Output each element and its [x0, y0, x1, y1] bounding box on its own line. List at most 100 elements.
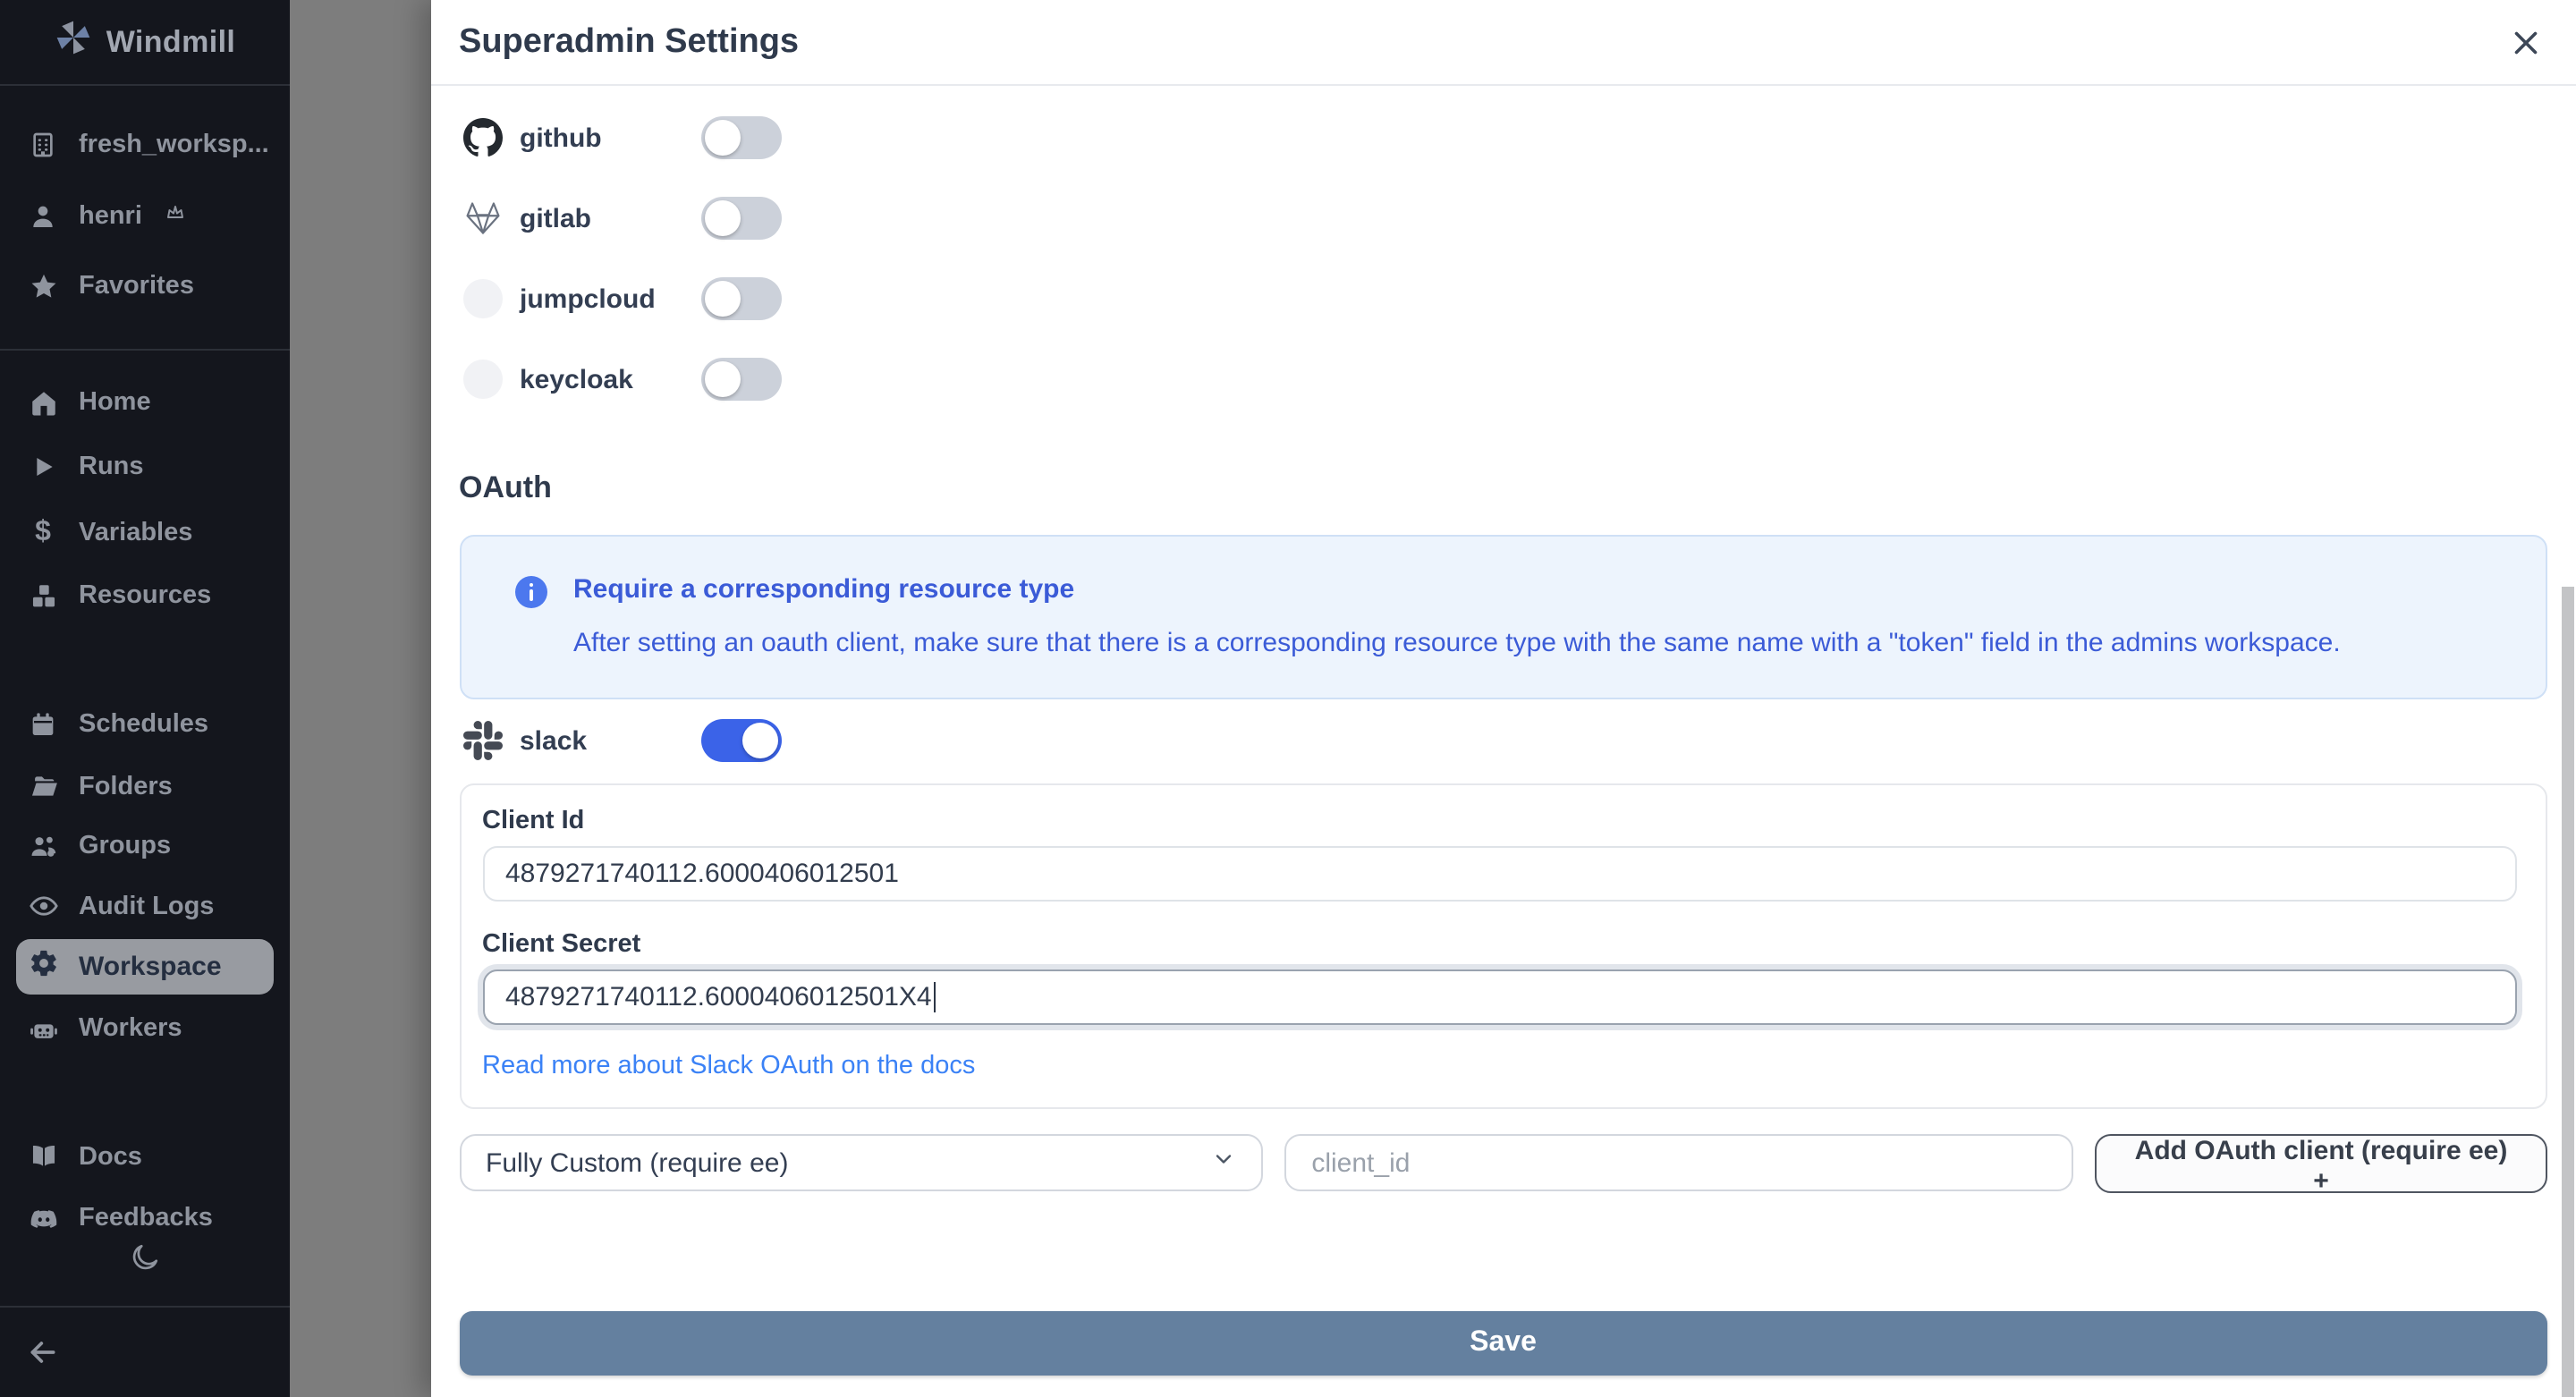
info-body: After setting an oauth client, make sure…: [573, 627, 2341, 657]
sidebar-item-resources[interactable]: Resources: [0, 572, 290, 619]
groups-icon: [27, 830, 59, 862]
client-id-input[interactable]: 4879271740112.6000406012501: [482, 845, 2517, 901]
book-icon: [27, 1140, 59, 1173]
provider-row-jumpcloud: jumpcloud: [459, 258, 2547, 339]
slack-toggle[interactable]: [701, 719, 782, 762]
provider-row-github: github: [459, 97, 2547, 178]
sidebar-item-home[interactable]: Home: [0, 379, 290, 426]
info-title: Require a corresponding resource type: [573, 573, 1075, 604]
sidebar-item-label: Workspace: [79, 952, 222, 982]
discord-icon: [27, 1202, 59, 1234]
jumpcloud-toggle[interactable]: [701, 277, 782, 320]
github-icon: [462, 118, 502, 157]
user-name: henri: [79, 202, 142, 231]
sidebar-item-label: Schedules: [79, 709, 209, 738]
sidebar-item-label: Audit Logs: [79, 892, 215, 920]
provider-label: github: [520, 123, 602, 153]
eye-icon: [27, 890, 59, 922]
oauth-type-select[interactable]: Fully Custom (require ee): [459, 1134, 1264, 1191]
save-button[interactable]: Save: [459, 1310, 2547, 1375]
sidebar-item-label: Groups: [79, 832, 172, 860]
superadmin-settings-drawer: Superadmin Settings github gitlab jumpcl…: [430, 0, 2576, 1397]
sidebar-item-label: Home: [79, 388, 151, 417]
sidebar-item-variables[interactable]: $ Variables: [0, 509, 290, 555]
sidebar-item-groups[interactable]: Groups: [0, 823, 290, 869]
slack-oauth-docs-link[interactable]: Read more about Slack OAuth on the docs: [482, 1051, 975, 1080]
windmill-logo-icon: [55, 18, 94, 66]
sidebar-divider: [0, 1306, 290, 1308]
provider-row-slack: slack: [459, 700, 2547, 781]
star-icon: [27, 270, 59, 302]
sidebar-divider: [0, 349, 290, 351]
close-button[interactable]: [2504, 21, 2547, 64]
info-box: Require a corresponding resource type Af…: [459, 534, 2547, 698]
sidebar-item-label: Docs: [79, 1142, 142, 1171]
calendar-icon: [27, 707, 59, 740]
provider-row-gitlab: gitlab: [459, 178, 2547, 258]
building-icon: [27, 129, 59, 161]
provider-label: gitlab: [520, 203, 591, 233]
sidebar-item-label: Resources: [79, 581, 212, 610]
play-icon: [27, 451, 59, 483]
user-icon: [27, 200, 59, 233]
robot-icon: [27, 1012, 59, 1045]
keycloak-icon: [462, 360, 502, 399]
sidebar-item-runs[interactable]: Runs: [0, 444, 290, 490]
dollar-icon: $: [35, 516, 51, 546]
boxes-icon: [27, 580, 59, 612]
client-id-label: Client Id: [482, 806, 585, 834]
slack-oauth-card: Client Id 4879271740112.6000406012501 Cl…: [459, 783, 2547, 1108]
folder-icon: [27, 770, 59, 802]
sidebar-item-label: Workers: [79, 1014, 182, 1043]
dark-mode-toggle[interactable]: [0, 1241, 290, 1283]
sidebar: Windmill fresh_worksp... henri Favorites…: [0, 0, 290, 1397]
scrollbar-thumb[interactable]: [2562, 587, 2574, 1397]
client-secret-label: Client Secret: [482, 929, 641, 958]
sidebar-item-label: Runs: [79, 453, 144, 481]
gitlab-icon: [462, 199, 502, 238]
sidebar-item-label: Feedbacks: [79, 1204, 213, 1232]
sidebar-item-favorites[interactable]: Favorites: [0, 263, 290, 309]
sidebar-item-workers[interactable]: Workers: [0, 1005, 290, 1052]
provider-row-keycloak: keycloak: [459, 339, 2547, 419]
toggle-knob: [705, 200, 741, 236]
arrow-left-icon: [25, 1342, 61, 1377]
sidebar-item-folders[interactable]: Folders: [0, 763, 290, 809]
gitlab-toggle[interactable]: [701, 197, 782, 240]
favorites-label: Favorites: [79, 272, 194, 301]
oauth-heading: OAuth: [459, 470, 552, 504]
workspace-selector[interactable]: fresh_worksp...: [0, 122, 290, 168]
app-name: Windmill: [106, 24, 236, 58]
oauth-type-selected: Fully Custom (require ee): [486, 1147, 789, 1178]
app-logo[interactable]: Windmill: [0, 0, 290, 86]
drawer-title: Superadmin Settings: [459, 22, 800, 60]
chevron-down-icon: [1211, 1147, 1236, 1179]
sidebar-item-feedbacks[interactable]: Feedbacks: [0, 1195, 290, 1241]
user-menu[interactable]: henri: [0, 193, 290, 240]
drawer-header: Superadmin Settings: [430, 0, 2576, 86]
custom-oauth-row: Fully Custom (require ee) Add OAuth clie…: [459, 1133, 2547, 1196]
gear-icon: [29, 947, 59, 986]
sidebar-item-workspace[interactable]: Workspace: [16, 939, 274, 995]
sidebar-item-schedules[interactable]: Schedules: [0, 700, 290, 747]
github-toggle[interactable]: [701, 116, 782, 159]
info-icon: [514, 575, 547, 657]
moon-icon: [129, 1241, 161, 1283]
custom-client-id-input[interactable]: [1284, 1134, 2074, 1191]
text-cursor: [933, 981, 936, 1012]
sidebar-item-audit-logs[interactable]: Audit Logs: [0, 883, 290, 929]
add-oauth-client-button[interactable]: Add OAuth client (require ee) +: [2095, 1133, 2547, 1196]
home-icon: [27, 386, 59, 419]
provider-label: jumpcloud: [520, 284, 656, 314]
workspace-name: fresh_worksp...: [79, 131, 269, 159]
client-secret-input[interactable]: 4879271740112.6000406012501X4: [482, 969, 2517, 1024]
slack-icon: [462, 721, 502, 760]
toggle-knob: [705, 361, 741, 397]
collapse-sidebar-button[interactable]: [25, 1334, 61, 1379]
drawer-backdrop[interactable]: [290, 0, 431, 1397]
client-secret-value: 4879271740112.6000406012501X4: [505, 981, 932, 1012]
toggle-knob: [705, 120, 741, 156]
sidebar-item-docs[interactable]: Docs: [0, 1133, 290, 1180]
keycloak-toggle[interactable]: [701, 358, 782, 401]
sidebar-item-label: Folders: [79, 772, 173, 800]
